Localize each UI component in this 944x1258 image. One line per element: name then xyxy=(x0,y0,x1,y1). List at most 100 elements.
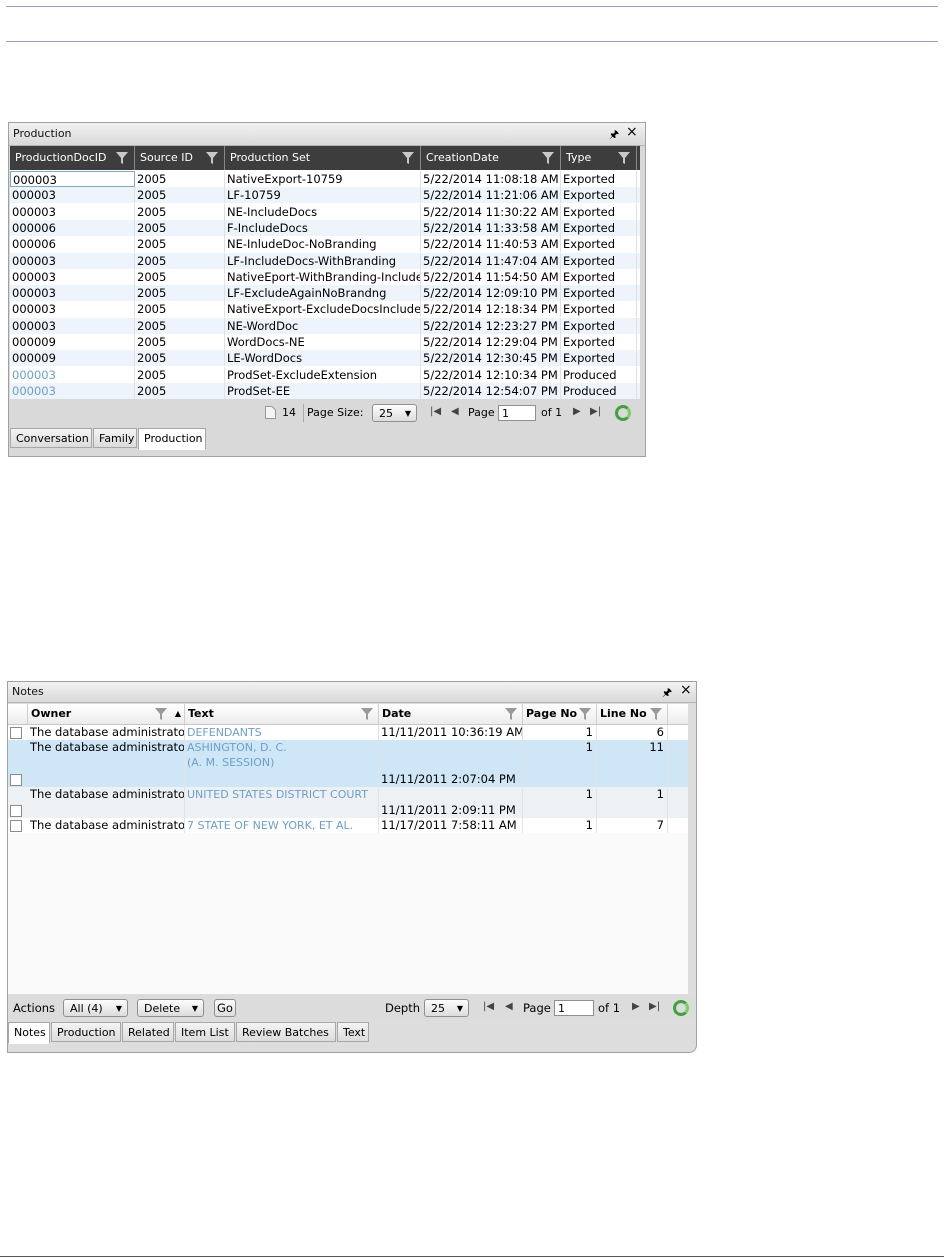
action-dropdown[interactable]: Delete ▼ xyxy=(137,999,204,1017)
tab-item-list[interactable]: Item List xyxy=(175,1022,235,1042)
last-page-icon[interactable]: ▶| xyxy=(649,1001,660,1012)
cell-source: 2005 xyxy=(135,187,225,204)
cell-source: 2005 xyxy=(135,350,225,367)
tab-conversation[interactable]: Conversation xyxy=(10,428,92,448)
row-checkbox[interactable] xyxy=(10,727,22,739)
column-label: Owner xyxy=(31,707,72,720)
tab-text[interactable]: Text xyxy=(337,1022,369,1042)
cell-text[interactable]: DEFENDANTS xyxy=(185,725,379,740)
filter-icon[interactable] xyxy=(154,707,168,721)
table-row[interactable]: 000003 2005 NativeEport-WithBranding-Inclu… xyxy=(10,268,640,285)
column-header-date[interactable]: Date xyxy=(379,704,523,724)
filter-icon[interactable] xyxy=(504,707,518,721)
table-row[interactable]: 000003 2005 ProdSet-EE 5/22/2014 12:54:07 P… xyxy=(10,382,640,399)
depth-dropdown[interactable]: 25 ▼ xyxy=(424,999,469,1017)
table-row[interactable]: 000003 2005 NE-WordDoc 5/22/2014 12:23:27 P… xyxy=(10,317,640,334)
actions-filter-dropdown[interactable]: All (4) ▼ xyxy=(63,999,128,1017)
table-row[interactable]: 000009 2005 LE-WordDocs 5/22/2014 12:30:45 … xyxy=(10,350,640,367)
notes-actions-bar: Actions All (4) ▼ Delete ▼ Go Depth 25 ▼ |◀… xyxy=(8,995,696,1021)
column-header-owner[interactable]: Owner ▲ xyxy=(28,704,185,724)
column-header-type[interactable]: Type xyxy=(561,146,637,170)
sort-ascending-icon[interactable]: ▲ xyxy=(175,704,181,724)
cell-text[interactable]: ASHINGTON, D. C. (A. M. SESSION) xyxy=(185,740,379,787)
table-row[interactable]: 000003 2005 LF-10759 5/22/2014 11:21:06 AM E… xyxy=(10,187,640,204)
go-button[interactable]: Go xyxy=(214,999,236,1017)
cell-set: NativeEport-WithBranding-IncludeDoc xyxy=(225,268,421,285)
cell-id[interactable]: 000003 xyxy=(10,382,135,399)
table-row[interactable]: 000003 2005 NativeExport-ExcludeDocsInclud… xyxy=(10,301,640,318)
list-item[interactable]: The database administrator UNITED STATES … xyxy=(8,787,688,818)
cell-id[interactable]: 000003 xyxy=(10,366,135,383)
cell-date: 5/22/2014 11:47:04 AM xyxy=(421,252,561,269)
tab-production[interactable]: Production xyxy=(51,1022,121,1042)
table-row[interactable]: 000003 2005 NE-IncludeDocs 5/22/2014 11:30:… xyxy=(10,203,640,220)
close-icon[interactable]: × xyxy=(680,682,692,698)
cell-set: NativeExport-10759 xyxy=(225,171,421,187)
select-all-column xyxy=(8,704,28,724)
pin-icon[interactable]: 🖈 xyxy=(662,684,672,703)
column-label: Type xyxy=(566,151,592,164)
cell-line-value: 11 xyxy=(649,740,664,754)
column-header-production-set[interactable]: Production Set xyxy=(225,146,421,170)
cell-text[interactable]: UNITED STATES DISTRICT COURT xyxy=(185,787,379,818)
row-checkbox[interactable] xyxy=(10,805,22,817)
cell-source: 2005 xyxy=(135,203,225,220)
pin-icon[interactable]: 🖈 xyxy=(609,126,619,145)
production-panel-titlebar: Production 🖈 × xyxy=(9,123,645,146)
page-number-input[interactable]: 1 xyxy=(554,1000,594,1016)
filter-icon[interactable] xyxy=(115,151,129,165)
cell-set: NE-InludeDoc-NoBranding xyxy=(225,236,421,253)
list-item[interactable]: The database administrator DEFENDANTS 11/1… xyxy=(8,725,688,740)
row-checkbox[interactable] xyxy=(10,820,22,832)
list-item[interactable]: The database administrator ASHINGTON, D. … xyxy=(8,740,688,787)
tab-notes[interactable]: Notes xyxy=(8,1022,50,1044)
table-row[interactable]: 000003 2005 LF-ExcludeAgainNoBrandng 5/22/2… xyxy=(10,285,640,302)
table-row[interactable]: 000009 2005 WordDocs-NE 5/22/2014 12:29:04 … xyxy=(10,334,640,350)
previous-page-icon[interactable]: ◀ xyxy=(451,406,459,417)
tab-family[interactable]: Family xyxy=(93,428,137,448)
filter-icon[interactable] xyxy=(617,151,631,165)
filter-icon[interactable] xyxy=(205,151,219,165)
filter-icon[interactable] xyxy=(401,151,415,165)
list-item[interactable]: The database administrator 7 STATE OF NEW… xyxy=(8,818,688,833)
cell-set: LE-WordDocs xyxy=(225,350,421,367)
first-page-icon[interactable]: |◀ xyxy=(430,406,441,417)
refresh-icon[interactable] xyxy=(673,1000,689,1016)
page-number-input[interactable]: 1 xyxy=(498,405,536,421)
page-size-dropdown[interactable]: 25 ▼ xyxy=(372,404,417,422)
refresh-icon[interactable] xyxy=(615,405,631,421)
filter-icon[interactable] xyxy=(578,707,592,721)
filter-icon[interactable] xyxy=(649,707,663,721)
filter-icon[interactable] xyxy=(360,707,374,721)
cell-source: 2005 xyxy=(135,301,225,318)
notes-grid-header: Owner ▲ Text Date Page No Line No xyxy=(8,704,688,725)
tab-related[interactable]: Related xyxy=(122,1022,174,1042)
table-row[interactable]: 000003 2005 ProdSet-ExcludeExtension 5/22/2… xyxy=(10,366,640,383)
table-row[interactable]: 000003 2005 NativeExport-10759 5/22/2014 11… xyxy=(10,171,640,187)
column-header-productiondocid[interactable]: ProductionDocID xyxy=(10,146,135,170)
table-row[interactable]: 000006 2005 F-IncludeDocs 5/22/2014 11:33:5… xyxy=(10,219,640,236)
first-page-icon[interactable]: |◀ xyxy=(483,1001,494,1012)
table-row[interactable]: 000003 2005 LF-IncludeDocs-WithBranding 5/2… xyxy=(10,252,640,269)
last-page-icon[interactable]: ▶| xyxy=(590,406,601,417)
filter-icon[interactable] xyxy=(541,151,555,165)
chevron-down-icon: ▼ xyxy=(404,409,411,418)
next-page-icon[interactable]: ▶ xyxy=(573,406,581,417)
column-header-source-id[interactable]: Source ID xyxy=(135,146,225,170)
page-size-value: 25 xyxy=(379,407,393,420)
tab-review-batches[interactable]: Review Batches xyxy=(236,1022,336,1042)
next-page-icon[interactable]: ▶ xyxy=(632,1001,640,1012)
cell-date: 11/11/2011 2:09:11 PM xyxy=(379,787,523,818)
cell-text[interactable]: 7 STATE OF NEW YORK, ET AL. xyxy=(185,818,379,833)
cell-id: 000006 xyxy=(10,236,135,253)
cell-owner: The database administrator xyxy=(28,740,185,787)
tab-production[interactable]: Production xyxy=(138,428,206,450)
row-checkbox[interactable] xyxy=(10,774,22,786)
table-row[interactable]: 000006 2005 NE-InludeDoc-NoBranding 5/22/20… xyxy=(10,236,640,253)
close-icon[interactable]: × xyxy=(626,124,638,140)
column-header-creationdate[interactable]: CreationDate xyxy=(421,146,561,170)
previous-page-icon[interactable]: ◀ xyxy=(505,1001,513,1012)
column-header-page-no[interactable]: Page No xyxy=(523,704,597,724)
column-header-text[interactable]: Text xyxy=(185,704,379,724)
column-header-line-no[interactable]: Line No xyxy=(597,704,668,724)
